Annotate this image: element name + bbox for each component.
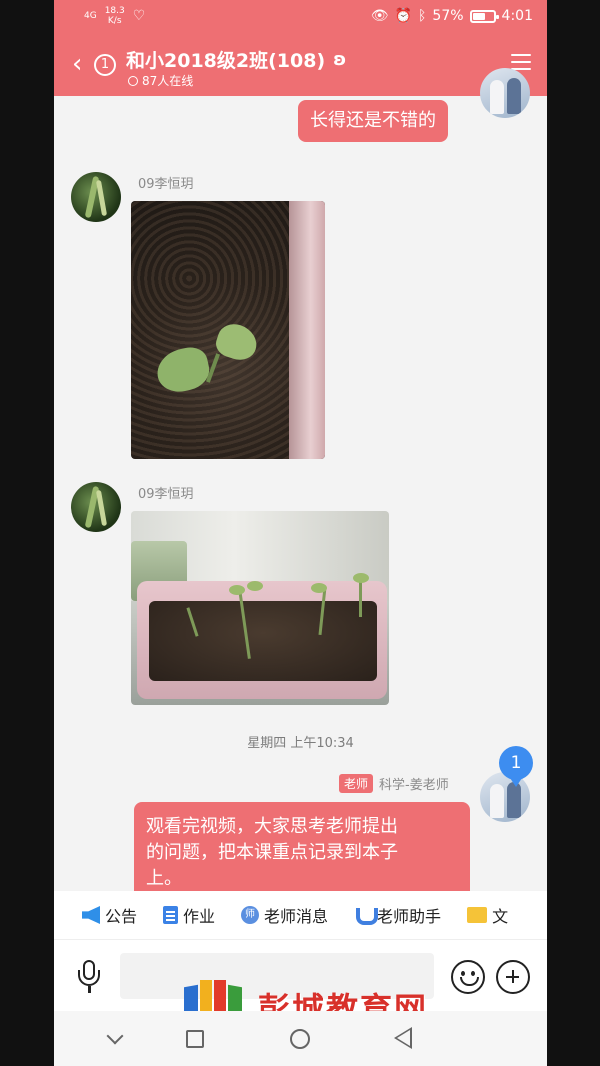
toolbar-homework[interactable]: 作业: [137, 903, 215, 927]
message-bubble[interactable]: 观看完视频，大家思考老师提出 的问题，把本课重点记录到本子 上。: [134, 802, 470, 904]
avatar[interactable]: [480, 772, 530, 822]
plus-icon[interactable]: [496, 960, 530, 994]
back-triangle-icon[interactable]: [394, 1027, 412, 1049]
chevron-down-icon[interactable]: [106, 1027, 124, 1045]
emoji-icon[interactable]: [451, 960, 485, 994]
message-bubble[interactable]: 长得还是不错的: [298, 100, 448, 142]
toolbar-files[interactable]: 文: [441, 903, 508, 927]
new-message-badge[interactable]: 1: [499, 746, 533, 787]
document-icon: [163, 906, 179, 924]
quick-toolbar: 公告 作业 师 老师消息 老师助手 文: [54, 891, 547, 939]
megaphone-icon: [82, 906, 100, 924]
online-count: 87人在线: [142, 74, 194, 88]
phone-screen: 4G 18.3 K/s ♡ 👁 ⏰ ᛒ 57% 4:01 ‹ 1 和小2018级…: [54, 0, 547, 1066]
network-speed: 18.3 K/s: [104, 6, 125, 26]
avatar[interactable]: [71, 482, 121, 532]
back-icon[interactable]: ‹: [72, 50, 82, 78]
battery-icon: [469, 9, 499, 23]
heart-icon: ♡: [132, 8, 146, 24]
home-icon[interactable]: [290, 1029, 310, 1049]
online-status: 87人在线: [128, 72, 193, 89]
teacher-message-icon: 师: [241, 906, 260, 924]
message-list[interactable]: 长得还是不错的 09李恒玥 09李恒玥 星期四 上午10:34 老师 科学-姜老…: [54, 68, 547, 904]
chat-title-row[interactable]: 和小2018级2班(108) ʚ: [126, 46, 346, 73]
alarm-icon: ⏰: [394, 8, 413, 24]
network-indicator: 4G: [84, 11, 97, 21]
system-nav-bar: [54, 1011, 547, 1066]
sender-name: 09李恒玥: [138, 487, 194, 502]
avatar[interactable]: [71, 172, 121, 222]
microphone-icon[interactable]: [76, 960, 102, 996]
unread-count-badge[interactable]: 1: [94, 54, 116, 76]
message-timestamp: 星期四 上午10:34: [247, 736, 354, 751]
sender-name: 科学-姜老师: [379, 778, 449, 793]
chat-header: ‹ 1 和小2018级2班(108) ʚ 87人在线: [54, 36, 547, 96]
clock: 4:01: [501, 8, 533, 24]
toolbar-teacher-assistant[interactable]: 老师助手: [328, 903, 441, 927]
status-bar: 4G 18.3 K/s ♡ 👁 ⏰ ᛒ 57% 4:01: [54, 0, 547, 36]
role-badge: 老师: [339, 774, 374, 793]
magnet-icon: [354, 906, 379, 925]
toolbar-announcement[interactable]: 公告: [54, 903, 137, 927]
eye-icon: 👁: [370, 8, 389, 24]
ear-icon: ʚ: [333, 49, 347, 70]
battery-percent: 57%: [432, 8, 464, 24]
sender-name: 09李恒玥: [138, 177, 194, 192]
seedling-pot-photo[interactable]: [131, 511, 389, 705]
toolbar-teacher-messages[interactable]: 师 老师消息: [215, 903, 328, 927]
chat-title: 和小2018级2班(108): [126, 50, 326, 72]
folder-icon: [467, 907, 488, 923]
avatar[interactable]: [480, 68, 530, 118]
seedling-photo[interactable]: [131, 201, 325, 459]
device-frame: 4G 18.3 K/s ♡ 👁 ⏰ ᛒ 57% 4:01 ‹ 1 和小2018级…: [0, 0, 600, 1066]
online-icon: [128, 75, 138, 86]
bluetooth-icon: ᛒ: [418, 8, 427, 24]
recent-apps-icon[interactable]: [186, 1030, 204, 1048]
